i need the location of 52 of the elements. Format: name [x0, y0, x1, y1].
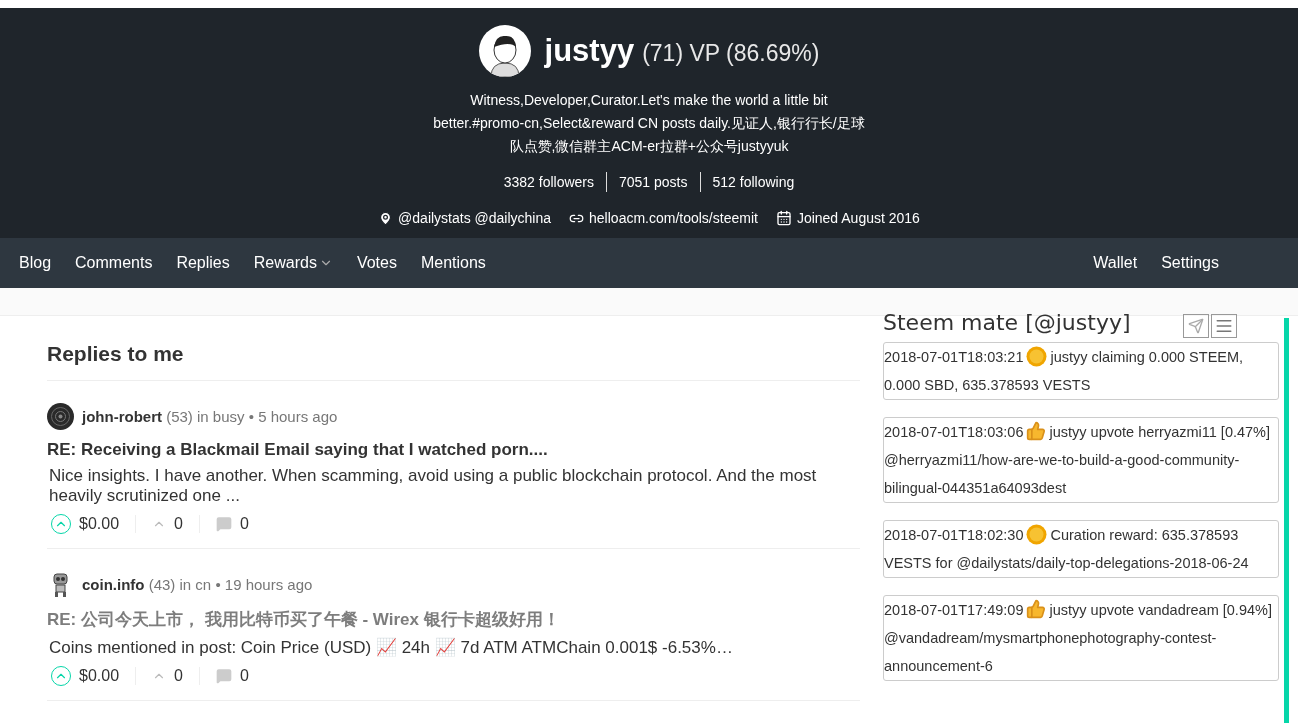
activity-entry: 2018-07-01T18:03:06 justyy upvote herryazmi11 [0.47%] @herryazmi11/how-are-we-to-build-a-good-community-bilingual-044351a64093dest [883, 417, 1279, 503]
nav-link[interactable]: Comments [75, 254, 153, 272]
activity-entry: 2018-07-01T18:03:21 justyy claiming 0.000 STEEM, 0.000 SBD, 635.378593 VESTS [883, 342, 1279, 400]
profile-about: Witness,Developer,Curator.Let's make the world a little bit better.#promo-cn,Select&reward CN posts daily.见证人,银行行长/足球队点赞,微信群主ACM-er拉群+公众号justyyuk [432, 91, 866, 156]
coin-icon [1026, 346, 1048, 367]
comment-count: 0 [239, 667, 249, 685]
nav-link[interactable]: Settings [1161, 254, 1219, 272]
vote-count: 0 [174, 667, 183, 685]
comment-count: 0 [239, 515, 249, 533]
thumbs-up-icon [1026, 599, 1047, 619]
upvote-button[interactable] [51, 666, 71, 686]
nav-link[interactable]: Votes [356, 254, 397, 272]
send-button[interactable] [1183, 314, 1209, 338]
profile-meta: @dailystats @dailychina [398, 210, 552, 226]
profile-meta: Joined August 2016 [796, 210, 920, 226]
comment-icon [215, 516, 232, 532]
post-title[interactable]: RE: Receiving a Blackmail Email saying that I watched porn.... [47, 440, 860, 460]
profile-stat: 512 following [699, 172, 807, 192]
profile-stat: 3382 followers [502, 173, 595, 192]
profile-meta[interactable]: helloacm.com/tools/steemit [589, 210, 758, 226]
section-heading: Replies to me [47, 342, 860, 381]
upvote-button[interactable] [51, 514, 71, 534]
author-name[interactable]: john-robert [82, 408, 162, 425]
menu-button[interactable] [1211, 314, 1237, 338]
post-meta: (43) in cn • 19 hours ago [148, 576, 313, 593]
post-meta: (53) in busy • 5 hours ago [166, 408, 338, 425]
activity-entry: 2018-07-01T17:49:09 justyy upvote vandadream [0.94%] @vandadream/mysmartphonephotography-contest-announcement-6 [883, 595, 1279, 681]
vote-count: 0 [174, 515, 183, 533]
author-name[interactable]: coin.info [82, 576, 145, 593]
nav-link[interactable]: Replies [176, 254, 230, 272]
calendar-icon [775, 210, 792, 226]
thumbs-up-icon [1026, 421, 1047, 441]
profile-name: justyy [544, 33, 635, 68]
nav-link[interactable]: Wallet [1093, 254, 1138, 272]
payout: $0.00 [79, 667, 120, 685]
coin-icon [1026, 524, 1048, 545]
post-title[interactable]: RE: 公司今天上市， 我用比特币买了午餐 - Wirex 银行卡超级好用！ [47, 608, 860, 631]
nav-link[interactable]: Blog [19, 254, 52, 272]
nav-link[interactable]: Rewards [253, 254, 333, 272]
post-excerpt: Nice insights. I have another. When scamming, avoid using a public blockchain protocol. And the most heavily scrutinized one ... [48, 466, 818, 506]
send-icon [1188, 318, 1204, 334]
profile-stat: 7051 posts [606, 172, 700, 192]
panel-title: Steem mate [@justyy] [883, 310, 1131, 335]
nav-link[interactable]: Mentions [420, 254, 486, 272]
activity-entry: 2018-07-01T18:02:30 Curation reward: 635.378593 VESTS for @dailystats/daily-top-delegations-2018-06-24 [883, 520, 1279, 578]
reputation: (71) VP (86.69%) [642, 40, 820, 66]
avatar-icon [47, 403, 74, 430]
payout: $0.00 [79, 515, 120, 533]
menu-icon [1215, 317, 1233, 335]
comment-icon [215, 668, 232, 684]
location-icon [378, 210, 394, 226]
post-excerpt: Coins mentioned in post: Coin Price (USD) 📈 24h 📈 7d ATM ATMChain 0.001$ -6.53%… [48, 637, 734, 658]
